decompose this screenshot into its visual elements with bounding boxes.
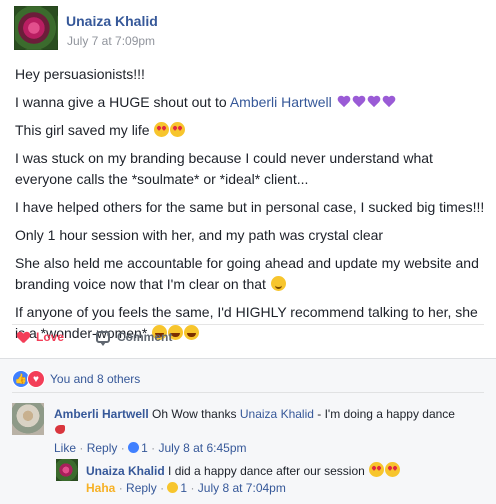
- like-icon: [128, 442, 140, 453]
- haha-reaction-link[interactable]: Haha: [86, 481, 115, 495]
- purple-heart-icon: [382, 96, 396, 108]
- divider: [12, 392, 484, 393]
- post-timestamp[interactable]: July 7 at 7:09pm: [67, 34, 155, 48]
- post-line: Only 1 hour session with her, and my pat…: [15, 227, 384, 243]
- post-line: I was stuck on my branding because I cou…: [15, 150, 433, 187]
- tag-amberli-hartwell[interactable]: Amberli Hartwell: [230, 94, 332, 110]
- post-line: I have helped others for the same but in…: [15, 199, 485, 215]
- heart-eyes-emoji-icon: [385, 462, 401, 477]
- post-actions: Love Comment: [12, 330, 482, 352]
- post-line: I wanna give a HUGE shout out to Amberli…: [15, 92, 485, 113]
- like-link[interactable]: Like: [54, 441, 76, 455]
- heart-eyes-emoji-icon: [369, 462, 385, 477]
- comments-area: 👍 ♥ You and 8 others Amberli Hartwell Oh…: [0, 358, 496, 504]
- purple-heart-icon: [367, 96, 381, 108]
- commenter-name[interactable]: Unaiza Khalid: [86, 464, 165, 478]
- commenter-avatar[interactable]: [12, 403, 44, 435]
- post-header: Unaiza Khalid July 7 at 7:09pm: [14, 6, 484, 52]
- post-line: She also held me accountable for going a…: [15, 255, 479, 292]
- love-button[interactable]: Love: [17, 330, 64, 344]
- heart-eyes-emoji-icon: [170, 122, 186, 137]
- wink-emoji-icon: [270, 276, 286, 291]
- reactions-summary[interactable]: 👍 ♥ You and 8 others: [12, 370, 140, 388]
- commenter-avatar[interactable]: [56, 459, 78, 481]
- comment-meta: Like · Reply · 1 · July 8 at 6:45pm: [54, 441, 247, 455]
- comment-meta: Haha · Reply · 1 · July 8 at 7:04pm: [86, 481, 286, 495]
- post-body: Hey persuasionists!!! I wanna give a HUG…: [15, 64, 485, 351]
- comment-body: Unaiza Khalid I did a happy dance after …: [86, 462, 476, 479]
- post-line: Hey persuasionists!!!: [15, 66, 145, 82]
- author-avatar[interactable]: [14, 6, 58, 50]
- purple-heart-icon: [352, 96, 366, 108]
- heart-eyes-emoji-icon: [154, 122, 170, 137]
- comment-icon: [96, 331, 110, 346]
- reactions-summary-text[interactable]: You and 8 others: [50, 372, 140, 386]
- dancer-emoji-icon: [54, 423, 68, 435]
- reply-link[interactable]: Reply: [87, 441, 118, 455]
- post-line: This girl saved my life: [15, 120, 485, 141]
- purple-heart-icon: [337, 96, 351, 108]
- comment-button[interactable]: Comment: [96, 330, 172, 346]
- comment-timestamp[interactable]: July 8 at 6:45pm: [158, 441, 246, 455]
- heart-icon: [17, 331, 30, 344]
- comment-timestamp[interactable]: July 8 at 7:04pm: [198, 481, 286, 495]
- haha-icon: [167, 482, 179, 493]
- comment: Amberli Hartwell Oh Wow thanks Unaiza Kh…: [12, 403, 484, 455]
- love-reaction-icon: ♥: [27, 370, 45, 388]
- reply-link[interactable]: Reply: [126, 481, 157, 495]
- commenter-name[interactable]: Amberli Hartwell: [54, 407, 149, 421]
- divider: [12, 324, 484, 325]
- author-name[interactable]: Unaiza Khalid: [66, 13, 158, 29]
- comment-body: Amberli Hartwell Oh Wow thanks Unaiza Kh…: [54, 406, 474, 438]
- comment-reply: Unaiza Khalid I did a happy dance after …: [56, 459, 484, 499]
- comment-tag[interactable]: Unaiza Khalid: [240, 407, 314, 421]
- facebook-post: Unaiza Khalid July 7 at 7:09pm Hey persu…: [0, 0, 496, 504]
